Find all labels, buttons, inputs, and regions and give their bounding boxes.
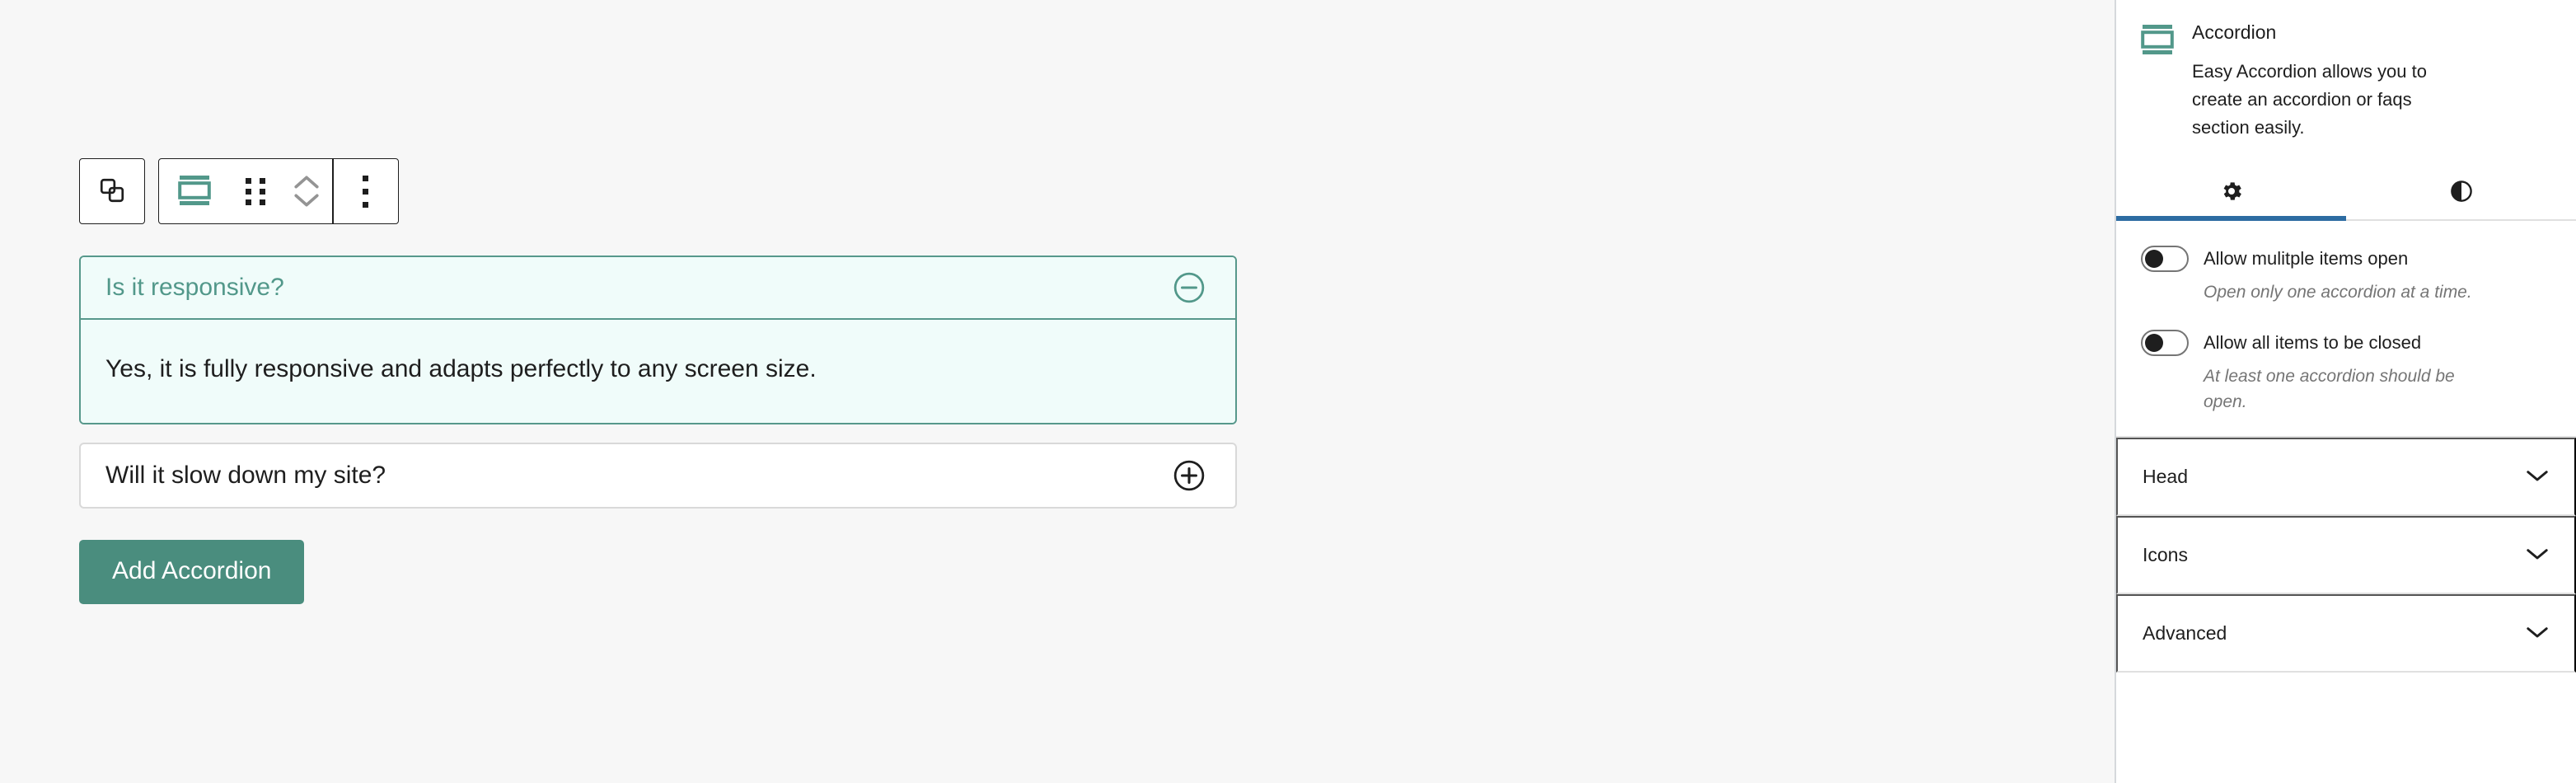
accordion-content-text: Yes, it is fully responsive and adapts p… (105, 355, 817, 382)
panel-head[interactable]: Head (2116, 438, 2576, 517)
sidebar-tabs (2116, 166, 2576, 221)
accordion-header[interactable]: Is it responsive? (81, 257, 1235, 320)
setting-allow-all-closed: Allow all items to be closed (2141, 330, 2551, 357)
setting-help-text: Open only one accordion at a time. (2204, 282, 2472, 302)
circle-minus-icon[interactable] (1171, 270, 1207, 306)
block-info-text: Accordion Easy Accordion allows you to c… (2192, 21, 2464, 142)
toggle-knob (2145, 249, 2163, 268)
chevron-down-icon (2525, 546, 2550, 565)
block-settings-sidebar: Accordion Easy Accordion allows you to c… (2115, 0, 2576, 783)
more-options-button[interactable] (334, 159, 398, 223)
panel-title: Icons (2143, 544, 2188, 566)
tab-styles[interactable] (2346, 166, 2576, 219)
block-type-button[interactable] (159, 159, 230, 223)
circle-plus-icon[interactable] (1171, 457, 1207, 494)
setting-label: Allow mulitple items open (2204, 247, 2409, 269)
block-toolbar (79, 158, 399, 224)
drag-handle-button[interactable] (230, 159, 281, 223)
setting-label: Allow all items to be closed (2204, 332, 2422, 354)
accordion-header[interactable]: Will it slow down my site? (81, 444, 1235, 507)
panel-advanced[interactable]: Advanced (2116, 594, 2576, 673)
block-name: Accordion (2192, 21, 2277, 43)
toggle-knob (2145, 334, 2163, 353)
accordion-title: Will it slow down my site? (105, 461, 386, 489)
setting-allow-multiple-open: Allow mulitple items open (2141, 245, 2551, 272)
chevron-down-icon (2525, 467, 2550, 486)
panel-title: Head (2143, 466, 2188, 488)
allow-multiple-open-toggle[interactable] (2141, 245, 2189, 272)
accordion-block-icon (178, 175, 211, 209)
contrast-icon (2449, 179, 2474, 206)
allow-all-closed-toggle[interactable] (2141, 330, 2189, 357)
block-description: Easy Accordion allows you to create an a… (2192, 60, 2427, 138)
select-parent-block-button[interactable] (80, 159, 144, 223)
copy-blocks-icon (98, 176, 126, 207)
accordion-item[interactable]: Will it slow down my site? (79, 442, 1237, 509)
drag-handle-icon (246, 177, 265, 205)
gear-icon (2219, 179, 2244, 206)
accordion-settings-panel: Allow mulitple items open Open only one … (2116, 221, 2576, 438)
setting-help-text: At least one accordion should be open. (2204, 367, 2455, 411)
kebab-menu-icon (363, 175, 368, 208)
accordion-icon (2141, 24, 2174, 142)
select-parent-group (79, 158, 145, 224)
editor-canvas: Is it responsive? Yes, it is fully respo… (0, 0, 2115, 783)
accordion-item[interactable]: Is it responsive? Yes, it is fully respo… (79, 256, 1237, 424)
block-info-card: Accordion Easy Accordion allows you to c… (2116, 0, 2576, 166)
block-actions-group (158, 158, 399, 224)
accordion-title: Is it responsive? (105, 274, 284, 301)
chevron-down-icon (2525, 624, 2550, 643)
panel-title: Advanced (2143, 622, 2227, 645)
move-up-down-icon (293, 174, 321, 209)
add-accordion-button[interactable]: Add Accordion (79, 539, 305, 604)
move-block-buttons[interactable] (281, 159, 332, 223)
tab-settings[interactable] (2116, 166, 2346, 221)
accordion-block: Is it responsive? Yes, it is fully respo… (79, 256, 1237, 604)
panel-icons[interactable]: Icons (2116, 516, 2576, 595)
accordion-content[interactable]: Yes, it is fully responsive and adapts p… (81, 320, 1235, 423)
